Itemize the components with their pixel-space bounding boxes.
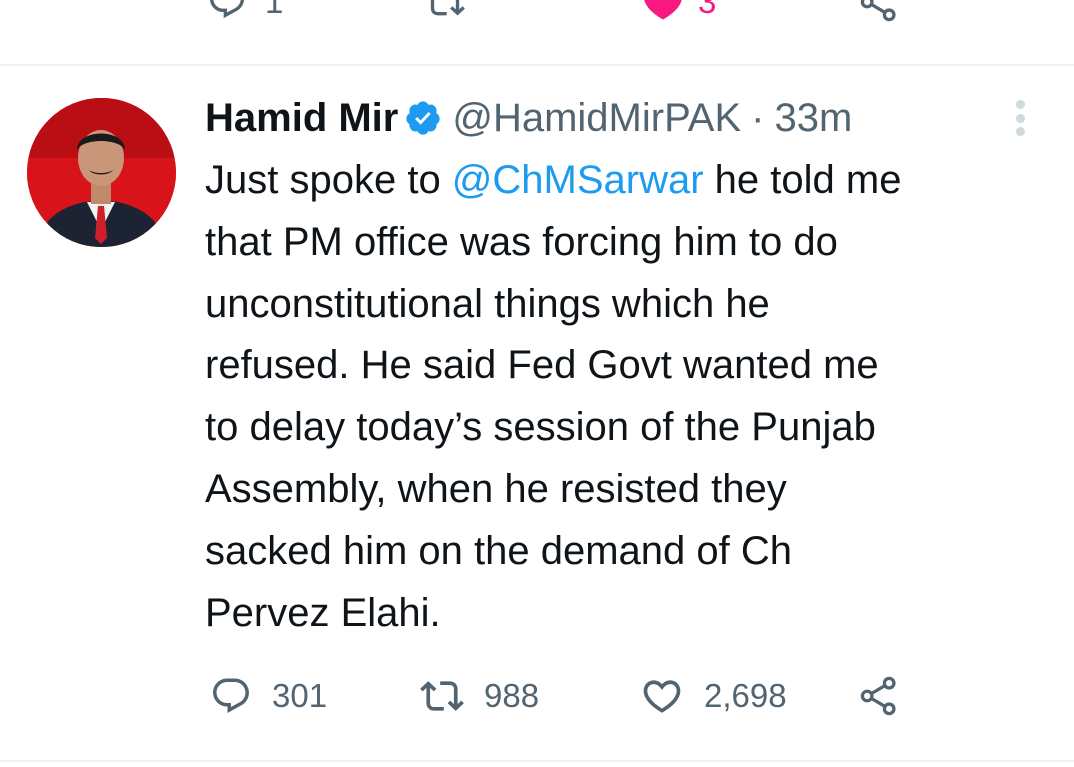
retweet-count: 988 xyxy=(484,677,540,714)
tweet-divider xyxy=(0,64,1074,66)
heart-icon xyxy=(643,680,681,713)
tweet-text-line: unconstitutional things which he xyxy=(205,281,770,326)
verified-badge-icon xyxy=(404,99,442,137)
share-icon xyxy=(860,676,896,716)
like-button[interactable]: 2,698 xyxy=(640,668,787,724)
previous-like-button[interactable]: 3 xyxy=(640,0,716,24)
avatar[interactable] xyxy=(27,98,176,247)
retweet-icon xyxy=(430,0,465,16)
tweet-text-line: Pervez Elahi. xyxy=(205,590,441,635)
heart-filled-icon xyxy=(644,0,682,20)
previous-tweet-action-bar: 1 3 xyxy=(0,0,1074,24)
tweet-text-line: refused. He said Fed Govt wanted me xyxy=(205,343,879,388)
previous-like-count: 3 xyxy=(698,0,717,20)
tweet-timestamp[interactable]: 33m xyxy=(774,92,852,144)
like-count: 2,698 xyxy=(704,677,787,714)
tweet-text: Just spoke to @ChMSarwar he told me that… xyxy=(205,150,1045,644)
previous-retweet-button[interactable] xyxy=(425,0,465,24)
avatar-image xyxy=(27,98,176,247)
tweet-text-line: sacked him on the demand of Ch xyxy=(205,528,793,573)
tweet-action-bar: 301 988 2,698 xyxy=(0,668,1074,724)
bottom-divider xyxy=(0,760,1074,762)
tweet-text-line: to delay today’s session of the Punjab xyxy=(205,405,876,450)
more-options-icon[interactable] xyxy=(1006,96,1034,140)
previous-reply-count: 1 xyxy=(265,0,284,20)
more-dot xyxy=(1015,113,1025,123)
previous-share-button[interactable] xyxy=(858,0,902,24)
text-segment: Just spoke to xyxy=(205,158,452,202)
display-name[interactable]: Hamid Mir xyxy=(205,92,398,144)
more-dot xyxy=(1015,127,1025,136)
text-segment: he told me xyxy=(703,158,902,202)
share-button[interactable] xyxy=(858,668,902,724)
tweet-text-line: that PM office was forcing him to do xyxy=(205,219,838,264)
tweet-header: Hamid Mir @HamidMirPAK · 33m xyxy=(205,92,852,144)
tweet-text-line: Assembly, when he resisted they xyxy=(205,466,787,511)
previous-reply-button[interactable]: 1 xyxy=(207,0,283,24)
mention-link[interactable]: @ChMSarwar xyxy=(452,158,704,202)
reply-count: 301 xyxy=(272,677,328,714)
tweet-text-line: Just spoke to @ChMSarwar he told me xyxy=(205,150,1045,212)
reply-icon xyxy=(210,0,245,19)
user-handle[interactable]: @HamidMirPAK xyxy=(452,92,741,144)
retweet-button[interactable]: 988 xyxy=(420,668,539,724)
more-dot xyxy=(1015,100,1025,109)
separator-dot: · xyxy=(751,96,765,140)
share-icon xyxy=(860,0,896,22)
reply-button[interactable]: 301 xyxy=(210,668,327,724)
reply-icon xyxy=(213,678,249,713)
retweet-icon xyxy=(420,681,464,711)
